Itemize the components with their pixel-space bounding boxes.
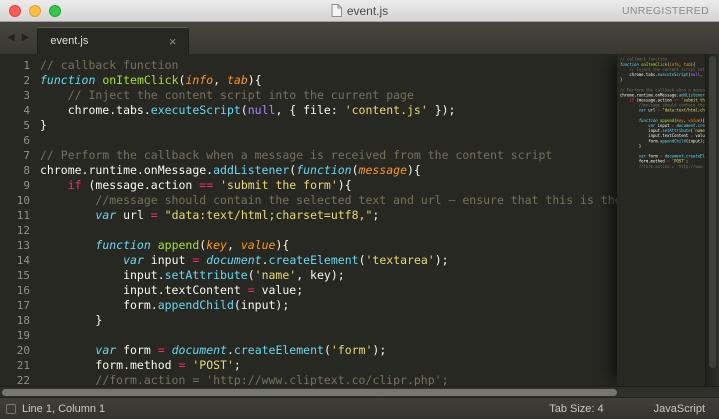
horizontal-scrollbar[interactable] [0, 386, 719, 397]
gutter[interactable]: 1 2 3 4 5 6 7 8 9 10 11 12 13 14 15 16 17 18 19 20 21 22 [0, 58, 30, 386]
tab-size-button[interactable]: Tab Size: 4 [549, 403, 603, 415]
caret-position: Line 1, Column 1 [22, 402, 106, 415]
zoom-window-button[interactable] [49, 4, 61, 17]
registration-status: UNREGISTERED [621, 4, 709, 17]
tab-nav-arrows: ◀ ▶ [0, 22, 37, 54]
panel-toggle-icon[interactable] [6, 403, 16, 414]
vertical-scrollbar[interactable] [705, 54, 719, 386]
tab-scroll-left-icon[interactable]: ◀ [7, 33, 15, 43]
minimize-window-button[interactable] [29, 4, 41, 17]
vertical-scrollbar-thumb[interactable] [709, 56, 716, 368]
editor[interactable]: 1 2 3 4 5 6 7 8 9 10 11 12 13 14 15 16 17 18 19 20 21 22 // c… [0, 54, 719, 386]
titlebar: event.js UNREGISTERED [0, 0, 719, 22]
status-right: Tab Size: 4 JavaScript [549, 403, 705, 415]
tab-event-js[interactable]: event.js × [37, 27, 190, 54]
traffic-lights [0, 4, 61, 17]
close-window-button[interactable] [9, 4, 21, 17]
status-left: Line 1, Column 1 [6, 403, 105, 415]
window-title: event.js [0, 0, 719, 21]
sublime-window: event.js UNREGISTERED ◀ ▶ event.js × 123… [0, 0, 719, 419]
status-bar: Line 1, Column 1 Tab Size: 4 JavaScript [0, 397, 719, 419]
tab-close-icon[interactable]: × [169, 35, 177, 48]
window-title-text: event.js [346, 3, 389, 18]
document-icon [331, 4, 342, 17]
tab-scroll-right-icon[interactable]: ▶ [22, 33, 30, 43]
tab-label: event.js [50, 35, 89, 47]
syntax-button[interactable]: JavaScript [654, 403, 705, 415]
minimap[interactable]: // callback function function onItemClick… [617, 54, 705, 386]
horizontal-scrollbar-thumb[interactable] [2, 389, 617, 396]
tab-bar: ◀ ▶ event.js × [0, 22, 719, 54]
